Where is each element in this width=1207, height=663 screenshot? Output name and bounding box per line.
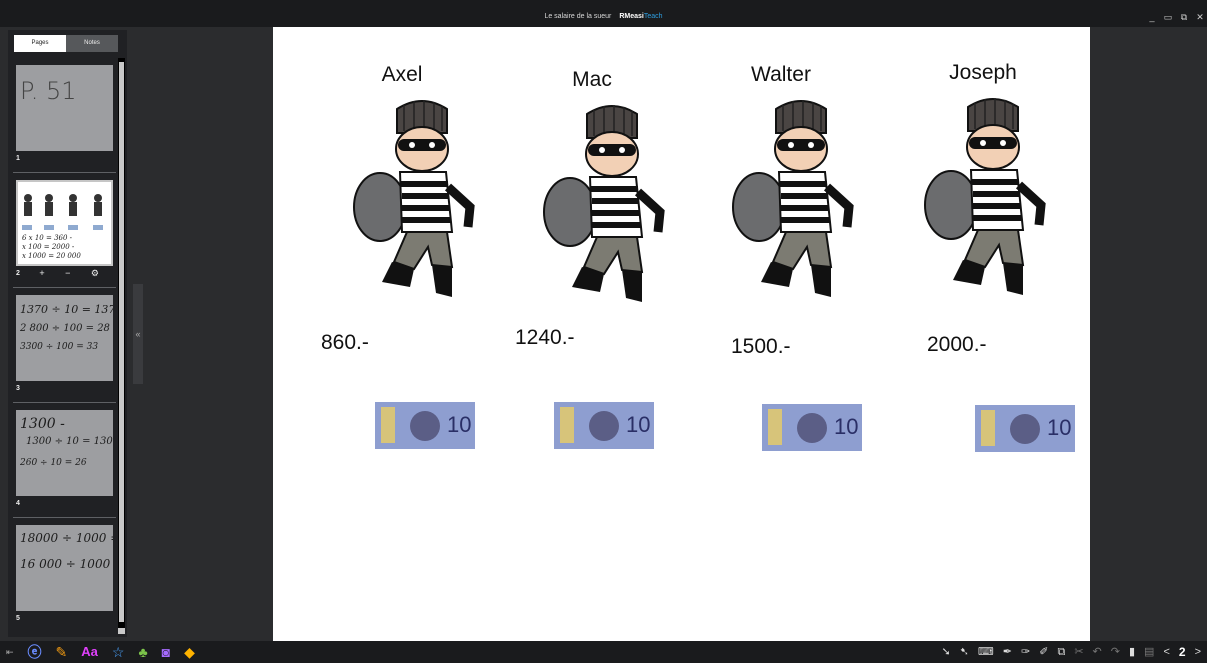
thief-illustration: [353, 100, 475, 297]
thief-card-joseph: Joseph 2000.-: [893, 61, 1073, 381]
thief-name: Mac: [572, 68, 612, 91]
fill-icon[interactable]: ◆: [184, 644, 195, 660]
page-number: 2: [16, 270, 20, 277]
bottom-toolbar: ⇤ ⓔ ✎ Aa ☆ ♣ ◙ ◆ ➘ ➷ ⌨ ✒ ✑ ✐ ⧉ ✂ ↶ ↷ ▮ ▤…: [0, 641, 1207, 663]
handwriting: 18000 ÷ 1000 = 18: [20, 531, 113, 545]
page-number: 5: [16, 615, 20, 622]
thief-illustration: [543, 105, 665, 302]
handwriting: 6 x 10 = 360 -: [22, 234, 73, 242]
thief-card-walter: Walter 1500.-: [691, 63, 871, 383]
page-thumbnail-5[interactable]: 18000 ÷ 1000 = 18 16 000 ÷ 1000 = 16 5: [13, 518, 116, 630]
redo-icon[interactable]: ↷: [1111, 644, 1120, 660]
sidebar-scrollbar[interactable]: [118, 58, 125, 630]
highlighter-icon[interactable]: ✑: [1021, 644, 1030, 660]
handwriting: 1300 -: [20, 416, 65, 432]
app-brand: RMeasiTeach: [619, 13, 663, 20]
text-icon[interactable]: Aa: [81, 644, 98, 660]
handwriting: 1300 ÷ 10 = 130: [26, 436, 113, 447]
page-number: 4: [16, 500, 20, 507]
star-tool-icon[interactable]: ☆: [112, 644, 125, 660]
handwriting: 1370 ÷ 10 = 137: [20, 303, 113, 316]
handwriting: x 100 = 2000 -: [22, 243, 75, 251]
sidebar-tabs: Pages Notes: [14, 35, 118, 52]
thief-illustration: [924, 98, 1046, 295]
handwriting: 2 800 ÷ 100 = 28: [20, 323, 110, 334]
toolbar-right: ➘ ➷ ⌨ ✒ ✑ ✐ ⧉ ✂ ↶ ↷ ▮ ▤ < 2 >: [941, 644, 1201, 660]
page-thumbnail-3[interactable]: 1370 ÷ 10 = 137 2 800 ÷ 100 = 28 3300 ÷ …: [13, 288, 116, 403]
maximize-button[interactable]: ⧉: [1179, 12, 1189, 22]
svg-text:10: 10: [447, 412, 471, 437]
thief-price: 860.-: [321, 331, 369, 354]
cut-icon[interactable]: ✂: [1074, 644, 1083, 660]
thief-price: 2000.-: [927, 333, 987, 356]
toolbar-left: ⇤ ⓔ ✎ Aa ☆ ♣ ◙ ◆: [6, 644, 195, 660]
document-title: Le salaire de la sueur: [544, 13, 612, 20]
tree-icon[interactable]: ♣: [138, 644, 147, 660]
banknote-image: 10: [762, 404, 862, 451]
browser-icon[interactable]: ⓔ: [28, 644, 42, 660]
page-icon[interactable]: ▤: [1144, 644, 1154, 660]
thief-name: Walter: [751, 63, 811, 86]
handwriting: 3300 ÷ 100 = 33: [20, 342, 99, 352]
thief-price: 1500.-: [731, 335, 791, 358]
keyboard-icon[interactable]: ⌨: [978, 644, 994, 660]
page-number: 3: [16, 385, 20, 392]
banknote-image: 10: [375, 402, 475, 449]
multi-select-icon[interactable]: ➷: [960, 644, 969, 660]
thief-card-axel: Axel 860.-: [312, 63, 492, 383]
page-number: 1: [16, 155, 20, 162]
thumbnail-page: 1300 - 1300 ÷ 10 = 130 260 ÷ 10 = 26: [16, 410, 113, 496]
restore-button[interactable]: ▭: [1163, 12, 1173, 22]
handwriting: 16 000 ÷ 1000 = 16: [20, 557, 113, 571]
tab-pages[interactable]: Pages: [14, 35, 66, 52]
page-thumbnail-1[interactable]: P. 51 1: [13, 58, 116, 173]
undo-icon[interactable]: ↶: [1093, 644, 1102, 660]
minimize-button[interactable]: _: [1147, 12, 1157, 22]
thumbnail-page: 1370 ÷ 10 = 137 2 800 ÷ 100 = 28 3300 ÷ …: [16, 295, 113, 381]
page-thumbnail-4[interactable]: 1300 - 1300 ÷ 10 = 130 260 ÷ 10 = 26 4: [13, 403, 116, 518]
select-icon[interactable]: ➘: [941, 644, 950, 660]
window-controls: _ ▭ ⧉ ✕: [1147, 12, 1205, 22]
collapse-sidebar-button[interactable]: «: [133, 284, 143, 384]
slide-canvas[interactable]: Axel 860.- Mac 1240.- Walter 1500.- Jose…: [273, 27, 1090, 641]
handwriting: x 1000 = 20 000: [22, 252, 81, 260]
thumbnail-page: 18000 ÷ 1000 = 18 16 000 ÷ 1000 = 16: [16, 525, 113, 611]
banknote-image: 10: [975, 405, 1075, 452]
collapse-icon[interactable]: ⇤: [6, 644, 14, 660]
thumbnail-page: 6 x 10 = 360 - x 100 = 2000 - x 1000 = 2…: [16, 180, 113, 266]
svg-text:10: 10: [1047, 415, 1071, 440]
next-page-button[interactable]: >: [1195, 644, 1201, 660]
camera-icon[interactable]: ◙: [162, 644, 170, 660]
close-button[interactable]: ✕: [1195, 12, 1205, 22]
thumbnail-page: P. 51: [16, 65, 113, 151]
eraser-icon[interactable]: ✐: [1039, 644, 1048, 660]
pen-tool-icon[interactable]: ✒: [1003, 644, 1012, 660]
handwriting: P. 51: [20, 77, 77, 105]
pages-sidebar: Pages Notes P. 51 1 6 x 10 = 360 - x 100…: [8, 30, 127, 637]
page-number-indicator: 2: [1178, 645, 1186, 659]
copy-icon[interactable]: ⧉: [1057, 644, 1065, 660]
handwriting: 260 ÷ 10 = 26: [20, 458, 87, 468]
thief-name: Joseph: [949, 61, 1017, 84]
banknote-image: 10: [554, 402, 654, 449]
thief-illustration: [732, 100, 854, 297]
thief-card-mac: Mac 1240.-: [502, 68, 682, 388]
window-title: Le salaire de la sueur RMeasiTeach: [0, 13, 1207, 20]
scrollbar-thumb[interactable]: [119, 62, 124, 622]
svg-text:10: 10: [834, 414, 858, 439]
scroll-down-button[interactable]: [118, 628, 125, 634]
thumbnail-thieves-image: [22, 194, 103, 230]
lock-icon[interactable]: ▮: [1129, 644, 1135, 660]
tab-notes[interactable]: Notes: [66, 35, 118, 52]
page-thumbnail-2[interactable]: 6 x 10 = 360 - x 100 = 2000 - x 1000 = 2…: [13, 173, 116, 288]
page-thumbnails: P. 51 1 6 x 10 = 360 - x 100 = 2000 - x …: [13, 58, 116, 630]
page-controls[interactable]: + − ⚙: [39, 268, 108, 279]
thief-name: Axel: [381, 63, 423, 86]
svg-text:10: 10: [626, 412, 650, 437]
pen-icon[interactable]: ✎: [56, 644, 68, 660]
prev-page-button[interactable]: <: [1163, 644, 1169, 660]
title-bar: Le salaire de la sueur RMeasiTeach _ ▭ ⧉…: [0, 0, 1207, 27]
thief-price: 1240.-: [515, 326, 575, 349]
